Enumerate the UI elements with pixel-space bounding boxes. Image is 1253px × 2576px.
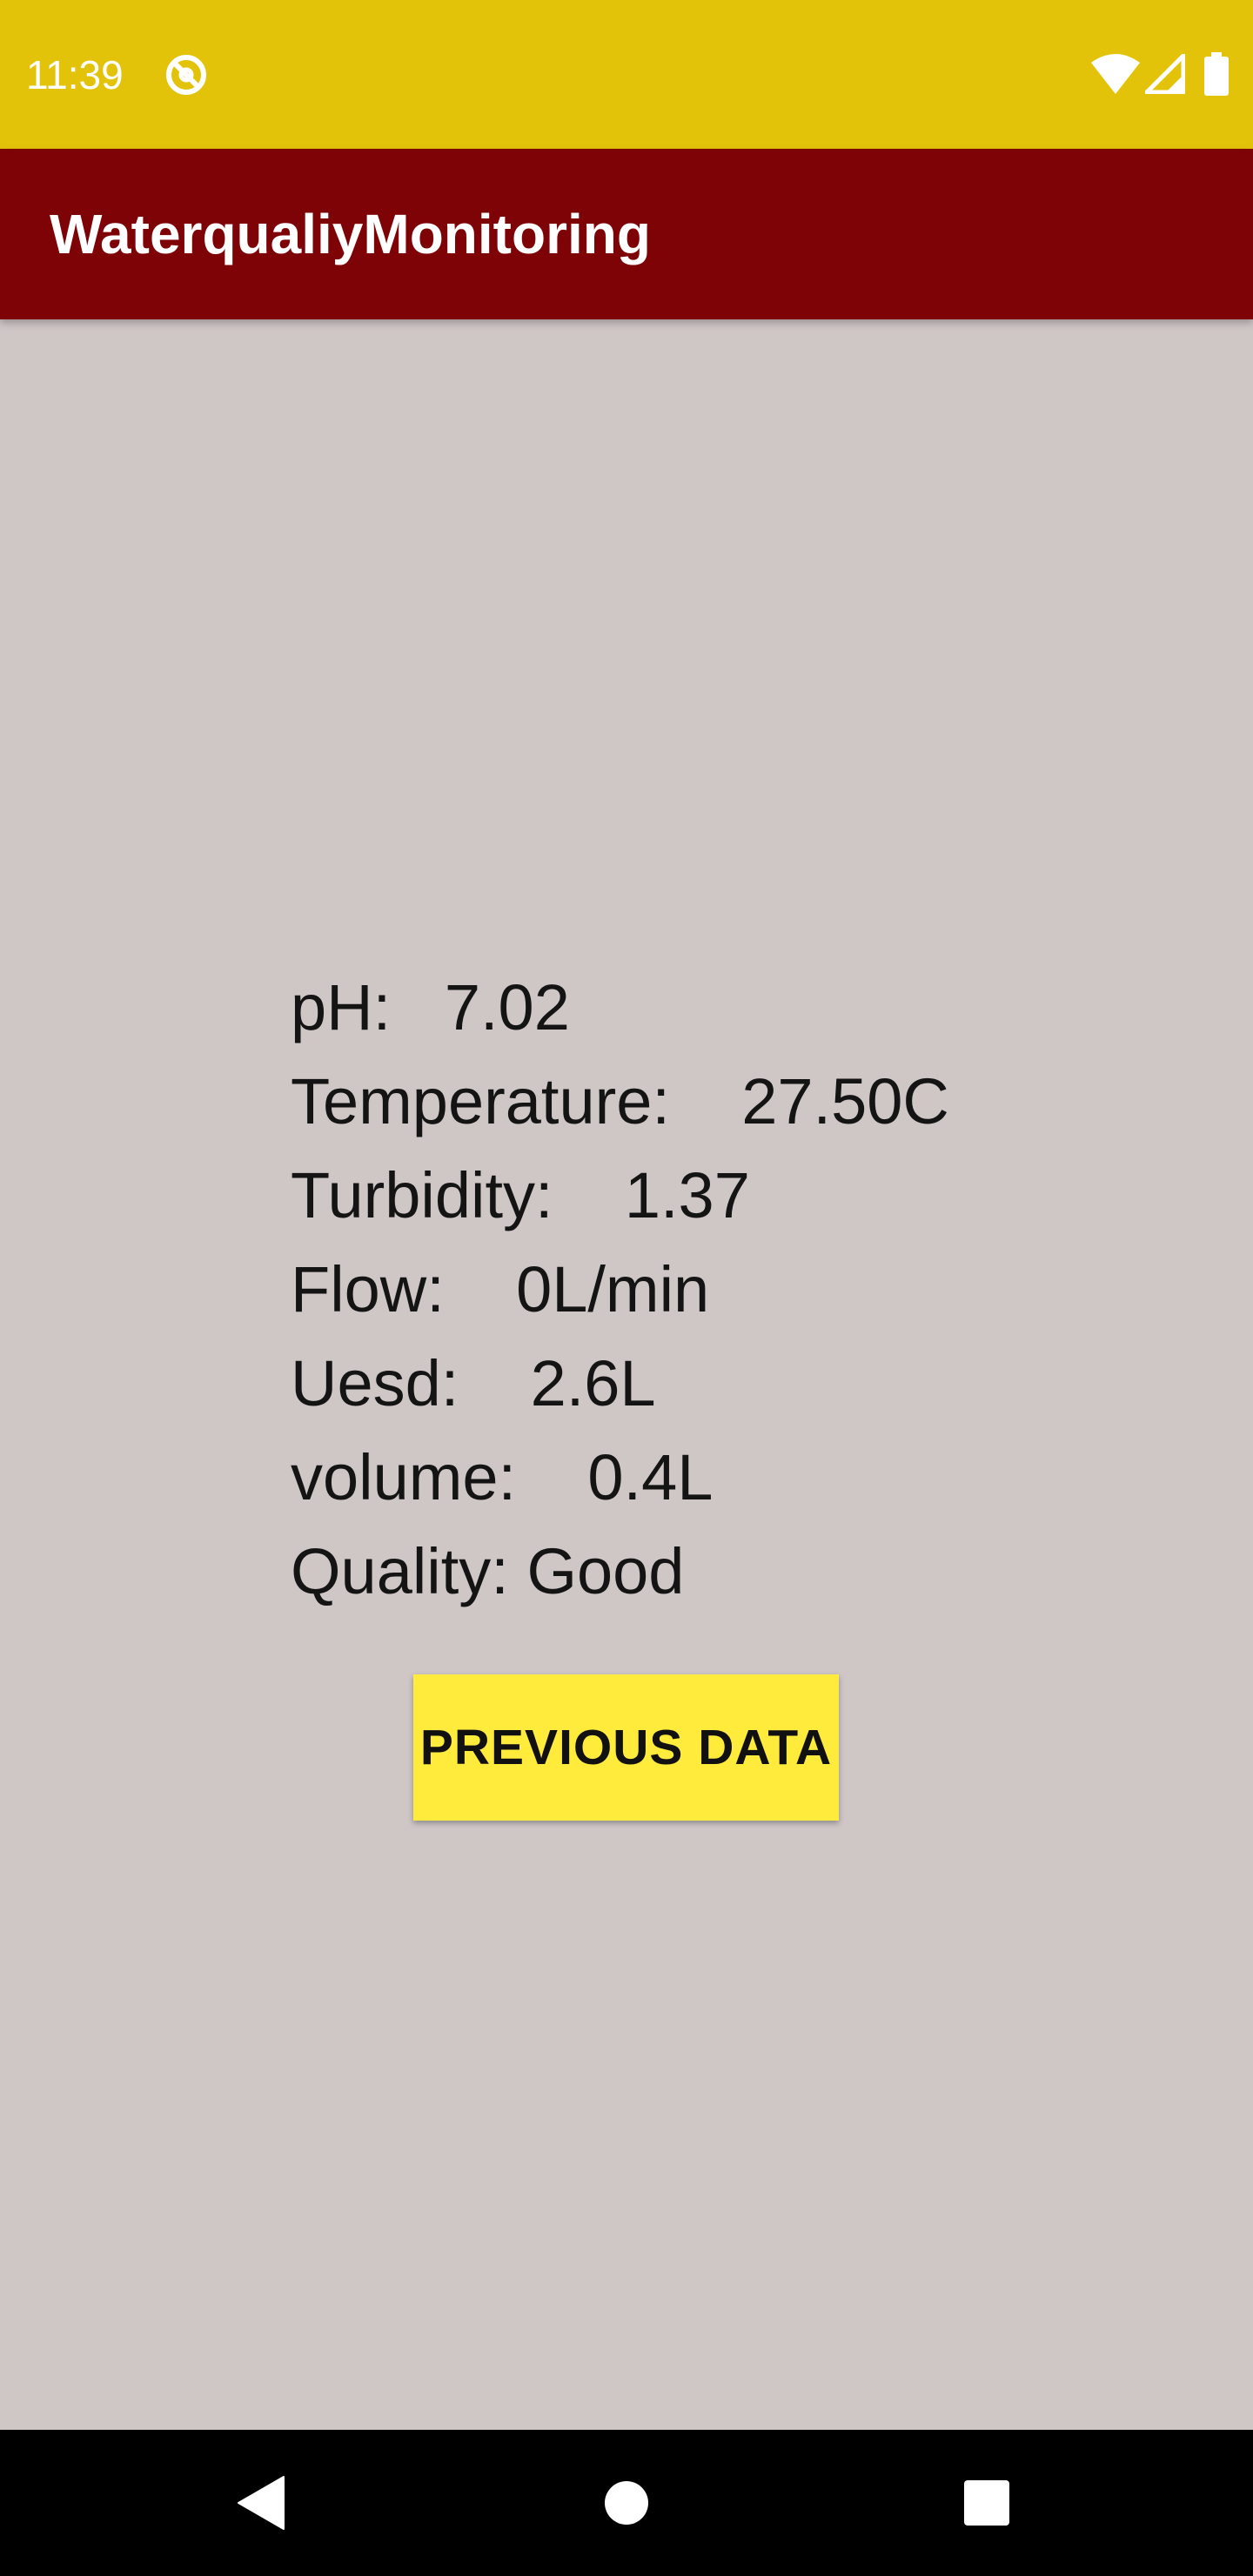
- reading-separator: [670, 1065, 741, 1137]
- status-time: 11:39: [26, 52, 124, 97]
- reading-label: Temperature:: [291, 1065, 670, 1137]
- reading-separator: [459, 1347, 530, 1419]
- reading-value: 1.37: [624, 1159, 750, 1231]
- reading-quality: Quality: Good: [291, 1525, 949, 1619]
- reading-label: Turbidity:: [291, 1159, 553, 1231]
- reading-value: 2.6L: [530, 1347, 656, 1419]
- reading-label: volume:: [291, 1441, 517, 1513]
- reading-value: Good: [526, 1535, 685, 1607]
- reading-label: pH:: [291, 971, 392, 1043]
- home-icon[interactable]: [604, 2480, 649, 2526]
- reading-temperature: Temperature: 27.50C: [291, 1055, 949, 1149]
- reading-flow: Flow: 0L/min: [291, 1243, 949, 1337]
- reading-separator: [553, 1159, 625, 1231]
- reading-ph: pH: 7.02: [291, 961, 949, 1055]
- reading-separator: [509, 1535, 527, 1607]
- reading-separator: [516, 1441, 587, 1513]
- reading-value: 0.4L: [587, 1441, 714, 1513]
- back-icon[interactable]: [237, 2475, 285, 2531]
- reading-value: 27.50C: [741, 1065, 949, 1137]
- readings-list: pH: 7.02 Temperature: 27.50C Turbidity: …: [291, 961, 949, 1619]
- reading-value: 0L/min: [516, 1253, 710, 1325]
- status-bar: 11:39: [0, 0, 1253, 149]
- reading-label: Flow:: [291, 1253, 445, 1325]
- app-title: WaterqualiyMonitoring: [50, 203, 651, 265]
- reading-label: Quality:: [291, 1535, 509, 1607]
- reading-turbidity: Turbidity: 1.37: [291, 1149, 949, 1243]
- reading-separator: [391, 971, 445, 1043]
- app-bar: WaterqualiyMonitoring: [0, 149, 1253, 319]
- wifi-icon: [1091, 54, 1140, 94]
- reading-value: 7.02: [444, 971, 570, 1043]
- screen: 11:39 WaterqualiyMonitoring pH: 7.02 Tem…: [0, 0, 1253, 2576]
- recents-icon[interactable]: [964, 2480, 1009, 2526]
- navigation-bar: [0, 2430, 1253, 2576]
- reading-used: Uesd: 2.6L: [291, 1337, 949, 1431]
- sync-icon: [166, 55, 206, 95]
- reading-volume: volume: 0.4L: [291, 1431, 949, 1525]
- reading-separator: [445, 1253, 516, 1325]
- reading-label: Uesd:: [291, 1347, 459, 1419]
- battery-icon: [1204, 52, 1229, 96]
- previous-data-button[interactable]: PREVIOUS DATA: [413, 1674, 839, 1821]
- signal-icon: [1145, 54, 1185, 94]
